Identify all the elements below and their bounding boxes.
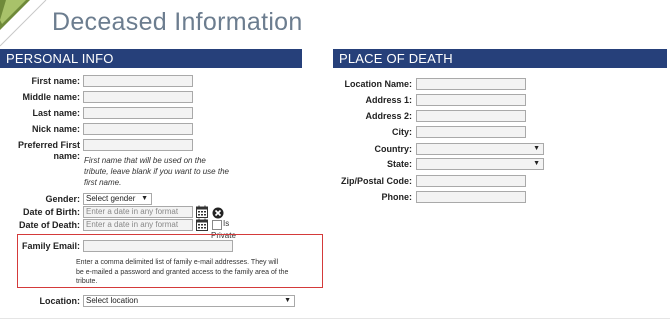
middle-name-field[interactable] [83, 91, 193, 103]
country-select[interactable]: ▼ [416, 143, 544, 155]
address1-label: Address 1: [365, 95, 412, 105]
is-private-checkbox[interactable] [212, 220, 222, 230]
state-label: State: [386, 159, 412, 169]
address2-field[interactable] [416, 110, 526, 122]
calendar-icon[interactable] [196, 205, 208, 218]
location-label: Location: [39, 296, 81, 306]
preferred-first-label: Preferred First name: [17, 140, 80, 161]
location-name-field[interactable] [416, 78, 526, 90]
first-name-field[interactable] [83, 75, 193, 87]
date-of-birth-field[interactable]: Enter a date in any format [83, 206, 193, 218]
chevron-down-icon: ▼ [284, 297, 291, 304]
state-select[interactable]: ▼ [416, 158, 544, 170]
chevron-down-icon: ▼ [533, 160, 540, 167]
chevron-down-icon: ▼ [533, 145, 540, 152]
clear-date-icon[interactable] [212, 206, 224, 219]
page-title: Deceased Information [52, 8, 303, 36]
family-email-label: Family Email: [21, 241, 80, 251]
address1-field[interactable] [416, 94, 526, 106]
corner-decoration [0, 0, 48, 48]
last-name-label: Last name: [32, 108, 80, 118]
divider [0, 318, 670, 319]
preferred-first-hint: First name that will be used on the trib… [84, 156, 229, 187]
address2-label: Address 2: [365, 111, 412, 121]
place-of-death-header: PLACE OF DEATH [333, 49, 667, 68]
zip-field[interactable] [416, 175, 526, 187]
phone-field[interactable] [416, 191, 526, 203]
nick-name-field[interactable] [83, 123, 193, 135]
chevron-down-icon: ▼ [141, 195, 148, 202]
personal-info-header: PERSONAL INFO [0, 49, 302, 68]
date-of-birth-label: Date of Birth: [23, 207, 80, 217]
location-select[interactable]: Select location ▼ [83, 295, 295, 307]
family-email-help: Enter a comma delimited list of family e… [76, 259, 289, 285]
zip-label: Zip/Postal Code: [340, 176, 412, 186]
family-email-field[interactable] [83, 240, 233, 252]
city-field[interactable] [416, 126, 526, 138]
is-private-label-line1: Is [223, 219, 230, 228]
gender-label: Gender: [45, 194, 80, 204]
first-name-label: First name: [31, 76, 80, 86]
nick-name-label: Nick name: [31, 124, 80, 134]
date-of-death-label: Date of Death: [18, 220, 80, 230]
calendar-icon[interactable] [196, 218, 208, 231]
last-name-field[interactable] [83, 107, 193, 119]
city-label: City: [392, 127, 412, 137]
preferred-first-name-field[interactable] [83, 139, 193, 151]
middle-name-label: Middle name: [22, 92, 80, 102]
location-name-label: Location Name: [344, 79, 412, 89]
country-label: Country: [374, 144, 413, 154]
phone-label: Phone: [381, 192, 413, 202]
gender-select[interactable]: Select gender ▼ [83, 193, 152, 205]
date-of-death-field[interactable]: Enter a date in any format [83, 219, 193, 231]
